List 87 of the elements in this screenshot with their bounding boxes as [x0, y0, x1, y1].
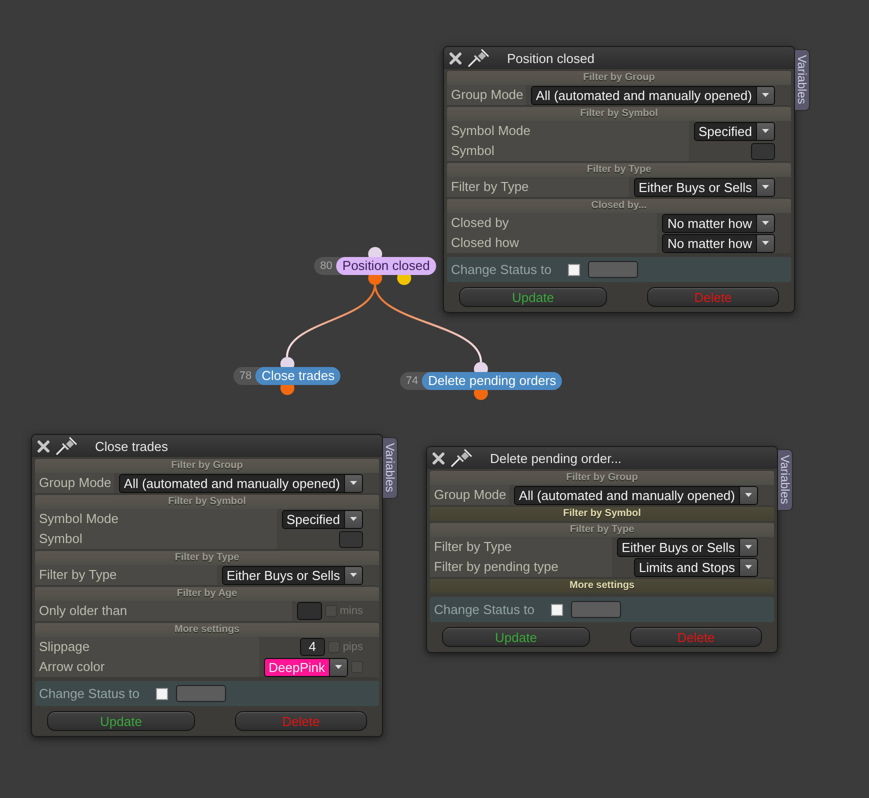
window-title: Position closed [507, 50, 594, 66]
dropdown[interactable]: Either Buys or Sells [634, 178, 775, 196]
dropdown[interactable]: Specified [282, 510, 363, 528]
dropdown[interactable]: No matter how [662, 214, 775, 232]
text-field[interactable] [751, 142, 775, 160]
field-label: Filter by Type [447, 177, 629, 197]
section-header[interactable]: Closed by... [447, 199, 791, 213]
update-button[interactable]: Update [459, 287, 607, 307]
section-header[interactable]: Filter by Group [35, 459, 379, 473]
field-label: Closed how [447, 233, 658, 253]
section-header[interactable]: Filter by Type [447, 163, 791, 177]
status-field[interactable] [176, 685, 226, 702]
section-header[interactable]: Filter by Symbol [447, 107, 791, 121]
caret-icon[interactable] [739, 486, 757, 504]
dropdown[interactable]: All (automated and manually opened) [118, 474, 363, 492]
checkbox[interactable] [568, 264, 580, 276]
update-button[interactable]: Update [47, 711, 195, 731]
status-label: Change Status to [39, 686, 140, 701]
section-header[interactable]: Filter by Group [430, 471, 774, 485]
checkbox[interactable] [156, 688, 168, 700]
caret-icon[interactable] [739, 538, 757, 556]
dropdown[interactable]: Either Buys or Sells [616, 538, 758, 556]
section-header[interactable]: Filter by Symbol [35, 495, 379, 509]
field-label: Group Mode [35, 473, 114, 493]
caret-icon[interactable] [739, 558, 757, 576]
close-icon[interactable] [449, 52, 462, 64]
checkbox[interactable] [551, 604, 564, 616]
close-icon[interactable] [37, 440, 50, 452]
node-title[interactable]: Delete pending orders [422, 372, 562, 390]
status-field[interactable] [588, 261, 638, 278]
close-icon[interactable] [432, 452, 445, 464]
caret-icon[interactable] [344, 474, 362, 492]
caret-icon[interactable] [756, 234, 774, 252]
delete-button[interactable]: Delete [647, 287, 779, 307]
field-label: Group Mode [447, 85, 526, 105]
section-header[interactable]: More settings [430, 579, 774, 593]
caret-icon[interactable] [756, 214, 774, 232]
pin-icon[interactable] [451, 449, 473, 467]
variables-tab[interactable]: Variables [778, 449, 793, 511]
caret-icon[interactable] [756, 86, 774, 104]
section-header[interactable]: Filter by Symbol [430, 507, 774, 521]
section-header[interactable]: Filter by Age [35, 587, 379, 601]
dropdown[interactable]: All (automated and manually opened) [530, 86, 775, 104]
dropdown[interactable]: All (automated and manually opened) [514, 486, 758, 504]
color-dropdown[interactable]: DeepPink [264, 658, 348, 676]
field-label: Arrow color [35, 657, 259, 677]
field-label: Filter by Type [35, 565, 217, 585]
number-field[interactable]: 4 [300, 638, 325, 656]
caret-icon[interactable] [756, 122, 774, 140]
node-title[interactable]: Position closed [336, 257, 436, 275]
field-label: Symbol [447, 141, 689, 161]
status-field[interactable] [571, 601, 622, 618]
field-label: Filter by pending type [430, 557, 612, 577]
pin-icon[interactable] [468, 49, 490, 67]
dropdown[interactable]: No matter how [662, 234, 775, 252]
update-button[interactable]: Update [442, 627, 590, 647]
caret-icon[interactable] [756, 178, 774, 196]
section-header[interactable]: Filter by Type [35, 551, 379, 565]
variables-tab[interactable]: Variables [383, 437, 398, 499]
section-header[interactable]: Filter by Type [430, 523, 774, 537]
dropdown[interactable]: Limits and Stops [634, 558, 758, 576]
status-label: Change Status to [451, 262, 552, 277]
section-header[interactable]: Filter by Group [447, 71, 791, 85]
caret-icon[interactable] [344, 510, 362, 528]
window-title: Delete pending order... [490, 450, 622, 466]
field-label: Symbol [35, 529, 277, 549]
field-label: Symbol Mode [35, 509, 277, 529]
field-label: Filter by Type [430, 537, 612, 557]
field-label: Closed by [447, 213, 658, 233]
delete-button[interactable]: Delete [630, 627, 762, 647]
caret-icon[interactable] [344, 566, 362, 584]
status-label: Change Status to [434, 602, 534, 617]
dropdown[interactable]: Either Buys or Sells [222, 566, 363, 584]
text-field[interactable] [339, 530, 363, 548]
section-header[interactable]: More settings [35, 623, 379, 637]
field-label: Slippage [35, 637, 259, 657]
field-label: Symbol Mode [447, 121, 689, 141]
dropdown[interactable]: Specified [694, 122, 775, 140]
pin-icon[interactable] [56, 437, 78, 455]
window-title: Close trades [95, 438, 168, 454]
field-label: Group Mode [430, 485, 509, 505]
caret-icon[interactable] [329, 658, 347, 676]
node-title[interactable]: Close trades [256, 367, 341, 385]
variables-tab[interactable]: Variables [795, 49, 810, 111]
field-label: Only older than [35, 601, 292, 621]
delete-button[interactable]: Delete [235, 711, 367, 731]
number-field[interactable] [296, 602, 322, 620]
